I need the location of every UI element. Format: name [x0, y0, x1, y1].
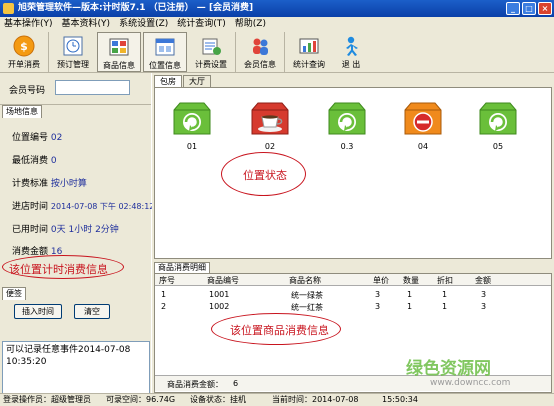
table-header: 序号 商品编号 商品名称 单价 数量 折扣 金额: [155, 274, 551, 286]
member-info-button[interactable]: 会员信息: [238, 32, 282, 72]
toolbar: $ 开单消费 预订管理 商品信息 位置信息 计费设置 会员信息 统计查询 退 出: [0, 31, 554, 73]
right-panel: 包房 大厅 01 02 0.3 04 05 位置状态 商品消费明细 序号 商品编…: [152, 73, 554, 393]
site-info-panel: 位置编号 02 最低消费 0 计费标准 按小时算 进店时间 2014-07-08…: [0, 113, 155, 288]
info-row-elapsed-time: 已用时间 0天 1小时 2分钟: [12, 225, 119, 235]
svg-text:$: $: [20, 40, 28, 53]
exit-icon: [346, 36, 358, 56]
window-controls: _ □ ×: [506, 2, 552, 15]
seat-label: 05: [492, 142, 504, 151]
seat-04[interactable]: 04: [398, 98, 448, 151]
menu-basic-ops[interactable]: 基本操作(Y): [4, 17, 53, 31]
seat-02[interactable]: 02: [245, 98, 295, 151]
status-bar: 登录操作员：超级管理员 可录空间：96.74G 设备状态：挂机 当前时间：201…: [0, 393, 554, 406]
chart-icon: [299, 38, 319, 54]
title-bar: 旭荣管理软件—版本:计时版7.1 （已注册） — [会员消费] _ □ ×: [0, 0, 554, 17]
grid-icon: [109, 38, 129, 56]
tab-goods-detail[interactable]: 商品消费明细: [154, 262, 210, 273]
watermark-url: www.downcc.com: [430, 378, 511, 388]
close-button[interactable]: ×: [538, 2, 552, 15]
refresh-icon: [479, 102, 517, 135]
member-number-input[interactable]: [55, 80, 130, 95]
status-device: 设备状态：挂机: [190, 395, 246, 404]
position-info-button[interactable]: 位置信息: [143, 32, 187, 72]
status-annotation: 位置状态: [243, 169, 287, 182]
coin-icon: $: [13, 35, 35, 57]
stop-icon: [404, 102, 442, 135]
window-icon: [155, 38, 175, 56]
tab-events[interactable]: 便签: [2, 287, 26, 300]
app-icon: [3, 3, 14, 14]
menu-system-settings[interactable]: 系统设置(Z): [119, 17, 168, 31]
refresh-icon: [328, 102, 366, 135]
seat-03[interactable]: 0.3: [322, 98, 372, 151]
goods-annotation: 该位置商品消费信息: [230, 324, 329, 337]
menu-statistics[interactable]: 统计查询(T): [177, 17, 226, 31]
tab-private-room[interactable]: 包房: [154, 75, 182, 87]
status-disk-space: 可录空间：96.74G: [106, 395, 176, 404]
window-title: 旭荣管理软件—版本:计时版7.1 （已注册） — [会员消费]: [18, 3, 254, 13]
timing-annotation: 该位置计时消费信息: [9, 263, 108, 276]
info-row-check-in-time: 进店时间 2014-07-08 下午 02:48:12: [12, 202, 155, 212]
goods-total-label: 商品消费金额：: [167, 380, 223, 389]
seat-label: 01: [186, 142, 198, 151]
events-panel: 便签 插入时间 清空 可以记录任意事件2014-07-08 10:35:20: [0, 287, 151, 405]
seat-status-area: 01 02 0.3 04 05 位置状态: [154, 87, 552, 259]
status-time: 15:50:34: [382, 395, 418, 404]
detail-header: 商品消费明细: [154, 262, 552, 273]
clear-button[interactable]: 清空: [74, 304, 110, 319]
menu-bar: 基本操作(Y) 基本资料(Y) 系统设置(Z) 统计查询(T) 帮助(Z): [0, 17, 554, 31]
goods-detail-table: 序号 商品编号 商品名称 单价 数量 折扣 金额 1 1001 统一绿茶 3 1…: [154, 273, 552, 393]
room-tabs: 包房 大厅: [154, 75, 212, 87]
users-icon: [253, 38, 268, 55]
minimize-button[interactable]: _: [506, 2, 520, 15]
goods-info-button[interactable]: 商品信息: [97, 32, 141, 72]
statistics-button[interactable]: 统计查询: [287, 32, 331, 72]
events-header: 便签: [0, 287, 151, 301]
menu-help[interactable]: 帮助(Z): [235, 17, 266, 31]
exit-button[interactable]: 退 出: [333, 32, 369, 72]
info-row-position-number: 位置编号 02: [12, 133, 63, 143]
insert-time-button[interactable]: 插入时间: [14, 304, 62, 319]
seat-label: 04: [417, 142, 429, 151]
clock-icon: [63, 36, 83, 56]
menu-basic-data[interactable]: 基本资料(Y): [62, 17, 111, 31]
info-row-min-spend: 最低消费 0: [12, 156, 57, 166]
seat-label: 02: [264, 142, 276, 151]
left-panel: 会员号码 场地信息 位置编号 02 最低消费 0 计费标准 按小时算 进店时间 …: [0, 73, 155, 405]
refresh-icon: [173, 102, 211, 135]
seat-label: 0.3: [340, 142, 354, 151]
seat-01[interactable]: 01: [167, 98, 217, 151]
maximize-button[interactable]: □: [522, 2, 536, 15]
status-operator: 登录操作员：超级管理员: [3, 395, 91, 404]
info-row-billing-standard: 计费标准 按小时算: [12, 179, 87, 189]
billing-settings-button[interactable]: 计费设置: [189, 32, 233, 72]
teacup-icon: [251, 102, 289, 135]
booking-button[interactable]: 预订管理: [51, 32, 95, 72]
seat-05[interactable]: 05: [473, 98, 523, 151]
open-order-button[interactable]: $ 开单消费: [2, 32, 46, 72]
tab-hall[interactable]: 大厅: [183, 75, 211, 87]
watermark-text: 绿色资源网: [406, 359, 491, 379]
goods-total-value: 6: [233, 379, 239, 388]
settings-icon: [202, 38, 221, 55]
status-date: 当前时间：2014-07-08: [272, 395, 359, 404]
member-number-label: 会员号码: [9, 86, 46, 96]
